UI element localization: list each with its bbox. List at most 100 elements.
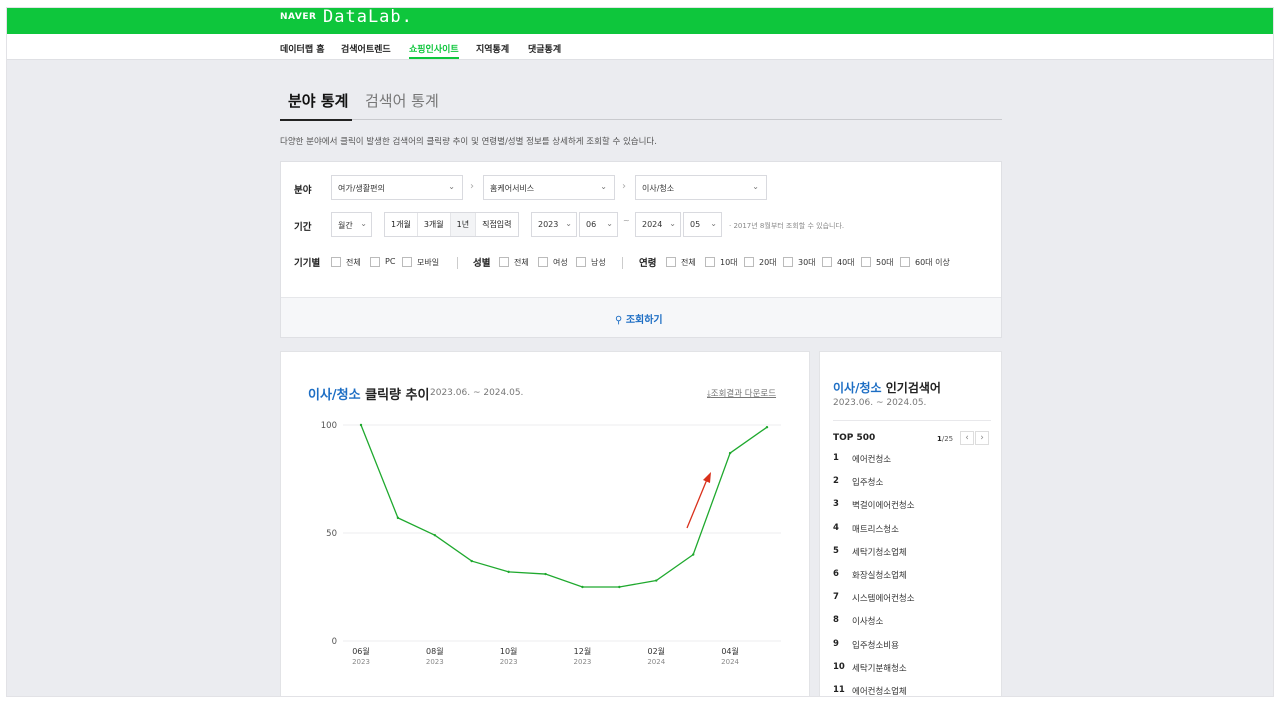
period-1month-button[interactable]: 1개월: [385, 213, 418, 236]
top-header: NAVER DataLab.: [7, 8, 1273, 34]
x-tick-year: 2024: [647, 658, 665, 666]
start-month-select[interactable]: 06 ⌄: [579, 212, 618, 237]
nav-comment-stats[interactable]: 댓글통계: [528, 42, 561, 55]
top-label: TOP 500: [833, 433, 876, 443]
keyword-text: 입주청소비용: [852, 640, 899, 651]
device-pc-checkbox[interactable]: [370, 257, 380, 267]
list-item[interactable]: 2 입주청소: [833, 473, 998, 496]
list-item[interactable]: 6 화장실청소업체: [833, 566, 998, 589]
chevron-down-icon: ⌄: [606, 219, 613, 228]
search-button[interactable]: ⚲ 조회하기: [615, 311, 663, 326]
rank-number: 10: [833, 661, 845, 672]
gender-all-label: 전체: [514, 258, 529, 267]
stat-tabs: 분야 통계 검색어 통계: [280, 84, 1002, 121]
period-3month-button[interactable]: 3개월: [418, 213, 451, 236]
series-line: [360, 424, 768, 588]
x-tick-year: 2023: [574, 658, 592, 666]
data-point: [433, 533, 437, 537]
next-page-button[interactable]: ›: [975, 431, 989, 445]
age-60plus-checkbox[interactable]: [900, 257, 910, 267]
start-year-value: 2023: [538, 220, 559, 229]
list-item[interactable]: 4 매트리스청소: [833, 520, 998, 543]
category-1-value: 여가/생활편의: [338, 184, 385, 193]
category-select-3[interactable]: 이사/청소 ⌄: [635, 175, 767, 200]
keyword-list: 1 에어컨청소 2 입주청소 3 벽걸이에어컨청소 4 매트리스청소 5 세탁기청소업체 6 화장실청…: [833, 450, 998, 696]
gender-male-label: 남성: [591, 258, 606, 267]
x-tick-month: 04월: [721, 646, 739, 656]
x-tick-year: 2023: [500, 658, 518, 666]
data-point: [581, 585, 584, 589]
list-item[interactable]: 7 시스템에어컨청소: [833, 589, 998, 612]
list-item[interactable]: 10 세탁기분해청소: [833, 659, 998, 682]
data-point: [618, 585, 621, 589]
age-40s-checkbox[interactable]: [822, 257, 832, 267]
annotation-arrow-line: [686, 476, 709, 529]
list-item[interactable]: 3 벽걸이에어컨청소: [833, 496, 998, 519]
device-label: 기기별: [294, 258, 321, 269]
nav-search-trend[interactable]: 검색어트렌드: [341, 42, 391, 55]
list-item[interactable]: 9 입주청소비용: [833, 636, 998, 659]
x-tick-month: 10월: [500, 646, 518, 656]
age-10s-checkbox[interactable]: [705, 257, 715, 267]
nav-shopping-insight[interactable]: 쇼핑인사이트: [409, 42, 459, 55]
device-all-checkbox[interactable]: [331, 257, 341, 267]
y-tick-label: 50: [326, 529, 337, 539]
age-all-checkbox[interactable]: [666, 257, 676, 267]
nav-region-stats[interactable]: 지역통계: [476, 42, 509, 55]
naver-logo[interactable]: NAVER: [280, 12, 316, 22]
age-10s-label: 10대: [720, 258, 738, 267]
keyword-text: 시스템에어컨청소: [852, 594, 915, 605]
period-1year-button[interactable]: 1년: [450, 213, 477, 236]
tab-category-stats[interactable]: 분야 통계: [288, 90, 348, 111]
chevron-down-icon: ⌄: [752, 182, 759, 191]
nav-datalab-home[interactable]: 데이터랩 홈: [280, 42, 325, 55]
list-item[interactable]: 1 에어컨청소: [833, 450, 998, 473]
rank-number: 4: [833, 522, 839, 533]
divider: [833, 420, 991, 421]
prev-page-button[interactable]: ‹: [960, 431, 974, 445]
list-item[interactable]: 8 이사청소: [833, 612, 998, 635]
keyword-text: 매트리스청소: [852, 524, 899, 535]
device-all-label: 전체: [346, 258, 361, 267]
period-custom-button[interactable]: 직접입력: [476, 213, 517, 236]
device-mobile-label: 모바일: [417, 258, 440, 267]
keyword-text: 이사청소: [852, 617, 884, 628]
rank-number: 1: [833, 453, 839, 463]
chevron-right-icon: ›: [470, 181, 474, 192]
category-select-2[interactable]: 홈케어서비스 ⌄: [483, 175, 615, 200]
rank-number: 11: [833, 684, 845, 695]
period-unit-select[interactable]: 월간 ⌄: [331, 212, 372, 237]
tab-active-indicator: [280, 119, 352, 121]
x-tick-month: 02월: [647, 646, 665, 656]
chevron-down-icon: ⌄: [600, 182, 607, 191]
age-50s-checkbox[interactable]: [861, 257, 871, 267]
rank-number: 9: [833, 638, 839, 649]
gender-female-checkbox[interactable]: [538, 257, 548, 267]
age-30s-checkbox[interactable]: [783, 257, 793, 267]
popular-range: 2023.06. ~ 2024.05.: [833, 398, 927, 408]
end-month-select[interactable]: 05 ⌄: [683, 212, 722, 237]
end-year-select[interactable]: 2024 ⌄: [635, 212, 681, 237]
chevron-down-icon: ⌄: [360, 219, 367, 228]
start-year-select[interactable]: 2023 ⌄: [531, 212, 577, 237]
end-year-value: 2024: [642, 220, 663, 229]
gender-male-checkbox[interactable]: [576, 257, 586, 267]
total-pages: /25: [941, 435, 954, 443]
datalab-logo[interactable]: DataLab.: [323, 8, 413, 27]
x-tick-month: 06월: [352, 646, 370, 656]
data-point: [728, 451, 732, 455]
period-note: · 2017년 8월부터 조회할 수 있습니다.: [729, 222, 845, 230]
tab-keyword-stats[interactable]: 검색어 통계: [365, 90, 439, 111]
keyword-text: 세탁기청소업체: [852, 547, 907, 558]
gender-all-checkbox[interactable]: [499, 257, 509, 267]
list-item[interactable]: 11 에어컨청소업체: [833, 682, 998, 696]
category-2-value: 홈케어서비스: [490, 184, 535, 193]
start-month-value: 06: [586, 220, 597, 229]
list-item[interactable]: 5 세탁기청소업체: [833, 543, 998, 566]
age-20s-checkbox[interactable]: [744, 257, 754, 267]
x-tick-month: 08월: [426, 646, 444, 656]
keyword-text: 세탁기분해청소: [852, 663, 907, 674]
device-mobile-checkbox[interactable]: [402, 257, 412, 267]
category-select-1[interactable]: 여가/생활편의 ⌄: [331, 175, 463, 200]
page-indicator: 1/25: [937, 435, 953, 443]
